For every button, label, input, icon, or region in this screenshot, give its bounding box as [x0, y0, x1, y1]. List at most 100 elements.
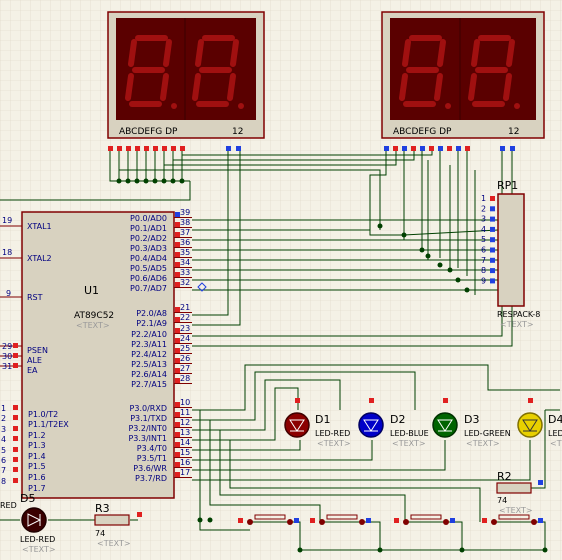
pin-num: 37: [180, 228, 190, 237]
led-text: <TEXT>: [392, 439, 426, 448]
pin-num: 17: [180, 468, 190, 477]
pin-num: 12: [180, 418, 190, 427]
pin-num: 21: [180, 303, 190, 312]
pin-label: P1.5: [28, 462, 46, 471]
led-part: LED-RED: [315, 429, 350, 438]
respack-pin-num: 3: [481, 215, 486, 224]
pin-label: P0.2/AD2: [130, 234, 167, 243]
respack-pin-marker: [490, 257, 495, 263]
pin-num: 3: [1, 425, 6, 434]
respack-pin-num: 7: [481, 256, 486, 265]
pin-label: P2.4/A12: [131, 350, 167, 359]
pin-num: 32: [180, 278, 190, 287]
pin-num: 11: [180, 408, 190, 417]
pin-num: 33: [180, 268, 190, 277]
pin-label: P3.2/INT0: [128, 424, 167, 433]
pin-label: P0.3/AD3: [130, 244, 167, 253]
respack-part: RESPACK-8: [497, 310, 540, 319]
resistor-text: <TEXT>: [499, 506, 533, 515]
respack-pin-num: 2: [481, 204, 486, 213]
pin-num: 10: [180, 398, 190, 407]
pin-num: 35: [180, 248, 190, 257]
pin-label: P3.0/RXD: [130, 404, 167, 413]
schematic-canvas[interactable]: ABCDEFG DP 12 ABCDEFG DP 12 U1 AT89C52 <…: [0, 0, 562, 560]
display-pin-label: ABCDEFG DP: [393, 127, 452, 137]
seven-segment-display-left[interactable]: ABCDEFG DP 12: [107, 11, 265, 139]
seven-segment-display-right[interactable]: ABCDEFG DP 12: [381, 11, 545, 139]
led-ref: D4: [548, 413, 562, 426]
pin-num: 39: [180, 208, 190, 217]
pin-num: 2: [1, 414, 6, 423]
pin-label: P0.7/AD7: [130, 284, 167, 293]
pin-num: 18: [2, 248, 12, 257]
respack-pin-marker: [490, 226, 495, 232]
pin-label: P1.3: [28, 441, 46, 450]
mcu-ref: U1: [84, 284, 99, 297]
pin-num: 13: [180, 428, 190, 437]
respack-pin-num: 5: [481, 235, 486, 244]
pin-num: 22: [180, 313, 190, 322]
respack-pin-marker: [490, 247, 495, 253]
led-ref: D2: [390, 413, 405, 426]
respack-pin-num: 4: [481, 225, 486, 234]
pin-label: P0.6/AD6: [130, 274, 167, 283]
pin-num: 4: [1, 435, 6, 444]
pin-label: P0.0/AD0: [130, 214, 167, 223]
pin-num: 28: [180, 374, 190, 383]
pin-label: P2.2/A10: [131, 330, 167, 339]
respack-pin-marker: [490, 196, 495, 201]
pin-label: P1.4: [28, 452, 46, 461]
led-ref: D1: [315, 413, 330, 426]
pin-num: 26: [180, 354, 190, 363]
pin-label: P0.1/AD1: [130, 224, 167, 233]
pin-num: 34: [180, 258, 190, 267]
respack-pin-marker: [490, 237, 495, 243]
pin-stub: [174, 477, 192, 478]
pin-label: P3.7/RD: [135, 474, 167, 483]
d5-left-fragment: RED: [0, 501, 17, 510]
respack-pin-marker: [490, 268, 495, 274]
mcu-right-pins: 39 P0.0/AD0 38 P0.1/AD1 37 P0.2/AD2 36 P0.3/AD3…: [128, 208, 192, 483]
pin-stub: [174, 383, 192, 384]
pin-stub: [174, 322, 192, 323]
respack-pin-num: 9: [481, 276, 486, 285]
display-digit-pins: 12: [508, 127, 519, 137]
pin-label: P3.3/INT1: [128, 434, 167, 443]
led-ref: D5: [20, 492, 35, 505]
pin-label: P2.1/A9: [136, 319, 167, 328]
pin-label: P3.4/T0: [137, 444, 167, 453]
pin-label: P2.3/A11: [131, 340, 167, 349]
pin-num: 16: [180, 458, 190, 467]
pin-label: ALE: [27, 356, 42, 365]
pin-num: 31: [2, 362, 12, 371]
led-text: <TEXT>: [466, 439, 500, 448]
pin-label: P0.4/AD4: [130, 254, 167, 263]
pin-num: 14: [180, 438, 190, 447]
pin-label: RST: [27, 293, 43, 302]
mcu-part: AT89C52: [74, 311, 114, 321]
pin-num: 9: [6, 289, 11, 298]
pin-num: 23: [180, 324, 190, 333]
pin-num: 29: [2, 342, 12, 351]
pin-num: 5: [1, 446, 6, 455]
pin-num: 27: [180, 364, 190, 373]
pin-num: 24: [180, 334, 190, 343]
pin-label: P1.6: [28, 473, 46, 482]
pin-label: PSEN: [27, 346, 48, 355]
resistor-value: 74: [95, 529, 105, 538]
pin-label: P0.5/AD5: [130, 264, 167, 273]
resistor-ref: R2: [497, 470, 512, 483]
display-digit-pins: 12: [232, 127, 243, 137]
pin-num: 25: [180, 344, 190, 353]
led-part: LED-BLUE: [390, 429, 429, 438]
pin-num: 30: [2, 352, 12, 361]
pin-num: 6: [1, 456, 6, 465]
pin-num: 38: [180, 218, 190, 227]
led-part: LED-GREEN: [464, 429, 511, 438]
respack-text: <TEXT>: [500, 320, 534, 329]
pin-label: P2.7/A15: [131, 380, 167, 389]
pin-label: XTAL1: [27, 222, 52, 231]
respack-ref: RP1: [497, 179, 518, 192]
resistor-text: <TEXT>: [97, 539, 131, 548]
pin-num: 7: [1, 466, 6, 475]
